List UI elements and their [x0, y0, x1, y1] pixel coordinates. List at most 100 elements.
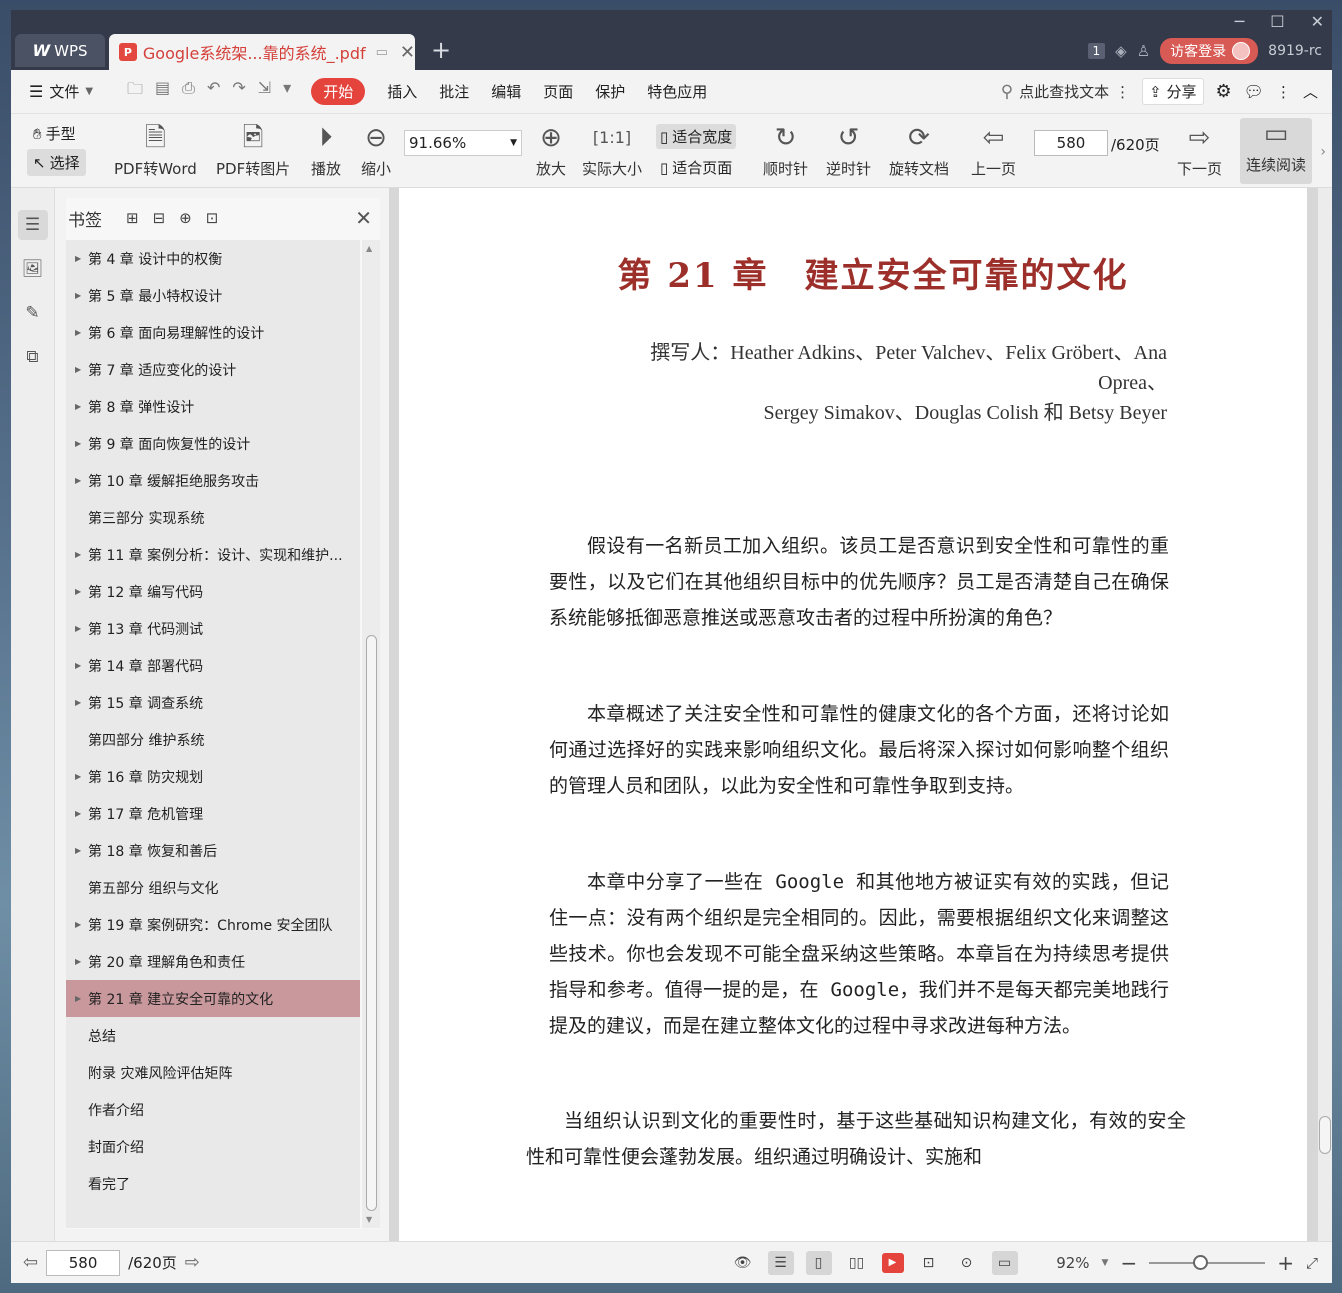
pin-icon[interactable]: ▭ [376, 45, 388, 60]
select-tool-button[interactable]: ↖ 选择 [27, 149, 86, 176]
bookmark-item[interactable]: ▶ 第 17 章 危机管理 [66, 795, 360, 832]
tab-insert[interactable]: 插入 [387, 81, 417, 102]
hand-tool-button[interactable]: ✋︎ 手型 [27, 120, 86, 147]
expand-arrow-icon[interactable]: ▶ [75, 439, 81, 448]
bookmark-item[interactable]: 封面介绍 [66, 1128, 360, 1165]
image-panel-icon[interactable]: ⧉ [18, 342, 48, 372]
bookmark-item[interactable]: 第四部分 维护系统 [66, 721, 360, 758]
export-icon[interactable]: ⇲ [258, 78, 271, 105]
skin-icon[interactable]: ◈ [1115, 42, 1127, 60]
prev-page-icon[interactable]: ⇦ [23, 1252, 38, 1273]
zoom-plus-icon[interactable]: + [1277, 1251, 1294, 1275]
bookmark-panel-icon[interactable]: ☰ [17, 210, 48, 240]
maximize-icon[interactable]: ☐ [1270, 12, 1284, 31]
bookmark-item[interactable]: ▶ 第 18 章 恢复和善后 [66, 832, 360, 869]
tab-edit[interactable]: 编辑 [491, 81, 521, 102]
bookmark-item[interactable]: ▶ 第 4 章 设计中的权衡 [66, 240, 360, 277]
rotate-document-button[interactable]: ⟳ 旋转文档 [889, 122, 949, 179]
expand-arrow-icon[interactable]: ▶ [75, 365, 81, 374]
expand-arrow-icon[interactable]: ▶ [75, 698, 81, 707]
document-scrollbar[interactable] [1318, 188, 1332, 1241]
tab-protect[interactable]: 保护 [595, 81, 625, 102]
fit-page-status-icon[interactable]: ⊙ [954, 1251, 980, 1275]
fit-page-button[interactable]: ▯ 适合页面 [656, 155, 736, 180]
pdf-to-word-button[interactable]: 🗎 PDF转Word [114, 122, 197, 179]
collapse-ribbon-icon[interactable]: ︿ [1303, 81, 1318, 102]
expand-arrow-icon[interactable]: ▶ [75, 994, 81, 1003]
bookmark-item[interactable]: ▶ 第 8 章 弹性设计 [66, 388, 360, 425]
zoom-percent[interactable]: 92% [1030, 1254, 1089, 1272]
scroll-down-icon[interactable]: ▼ [366, 1215, 372, 1224]
zoom-in-button[interactable]: ⊕ 放大 [536, 122, 566, 179]
close-window-icon[interactable]: ✕ [1311, 12, 1324, 31]
collapse-all-icon[interactable]: ⊟ [153, 209, 166, 227]
bookmark-item[interactable]: ▶ 第 16 章 防灾规划 [66, 758, 360, 795]
tab-page[interactable]: 页面 [543, 81, 573, 102]
bookmark-item[interactable]: 第五部分 组织与文化 [66, 869, 360, 906]
actual-size-status-icon[interactable]: ⊡ [916, 1251, 942, 1275]
status-page-input[interactable]: 580 [46, 1249, 121, 1276]
open-folder-icon[interactable]: 🗀 [127, 78, 143, 105]
bookmark-item[interactable]: 第三部分 实现系统 [66, 499, 360, 536]
bookmark-item[interactable]: 作者介绍 [66, 1091, 360, 1128]
bookmark-item[interactable]: 附录 灾难风险评估矩阵 [66, 1054, 360, 1091]
continuous-reading-button[interactable]: ▭ 连续阅读 [1240, 118, 1313, 184]
actual-size-button[interactable]: [1:1] 实际大小 [582, 122, 642, 179]
bookmark-item[interactable]: ▶ 第 10 章 缓解拒绝服务攻击 [66, 462, 360, 499]
print-icon[interactable]: ⎙ [182, 78, 195, 105]
next-page-button[interactable]: ⇨ 下一页 [1177, 122, 1222, 179]
tab-wps-home[interactable]: W WPS [15, 34, 105, 67]
more-vertical-icon[interactable]: ⋮ [1115, 83, 1130, 101]
expand-arrow-icon[interactable]: ▶ [75, 772, 81, 781]
share-button[interactable]: ⇪ 分享 [1142, 78, 1204, 105]
zoom-dropdown-icon[interactable]: ▼ [1102, 1258, 1109, 1268]
expand-all-icon[interactable]: ⊞ [126, 209, 139, 227]
expand-arrow-icon[interactable]: ▶ [75, 957, 81, 966]
more-options-icon[interactable]: ⋮ [1276, 83, 1291, 101]
expand-arrow-icon[interactable]: ▶ [75, 661, 81, 670]
tab-close-icon[interactable]: ✕ [400, 42, 415, 63]
expand-arrow-icon[interactable]: ▶ [75, 624, 81, 633]
expand-arrow-icon[interactable]: ▶ [75, 920, 81, 929]
fullscreen-icon[interactable]: ⤢ [1306, 1254, 1318, 1272]
expand-arrow-icon[interactable]: ▶ [75, 476, 81, 485]
expand-arrow-icon[interactable]: ▶ [75, 291, 81, 300]
bookmark-item[interactable]: ▶ 第 12 章 编写代码 [66, 573, 360, 610]
minimize-icon[interactable]: ─ [1235, 12, 1245, 31]
redo-icon[interactable]: ↷ [232, 78, 245, 105]
close-panel-icon[interactable]: ✕ [355, 206, 372, 230]
expand-arrow-icon[interactable]: ▶ [75, 587, 81, 596]
bookmark-item[interactable]: 总结 [66, 1017, 360, 1054]
eye-protection-icon[interactable]: 👁︎ [730, 1251, 756, 1275]
tab-features[interactable]: 特色应用 [647, 81, 707, 102]
expand-arrow-icon[interactable]: ▶ [75, 550, 81, 559]
expand-arrow-icon[interactable]: ▶ [75, 809, 81, 818]
comment-icon[interactable]: 💬︎ [1244, 82, 1264, 101]
bookmark-options-icon[interactable]: ⊡ [206, 209, 219, 227]
file-menu[interactable]: ☰ 文件 ▼ [11, 81, 121, 102]
bookmark-item[interactable]: ▶ 第 15 章 调查系统 [66, 684, 360, 721]
page-number-input[interactable]: 580 [1034, 130, 1108, 156]
two-page-icon[interactable]: ▯▯ [844, 1251, 870, 1275]
zoom-select[interactable]: 91.66% ▼ [404, 130, 522, 156]
zoom-out-button[interactable]: ⊖ 缩小 [361, 122, 391, 179]
zoom-minus-icon[interactable]: − [1120, 1251, 1137, 1275]
tab-annotate[interactable]: 批注 [439, 81, 469, 102]
expand-arrow-icon[interactable]: ▶ [75, 328, 81, 337]
bookmark-item[interactable]: ▶ 第 6 章 面向易理解性的设计 [66, 314, 360, 351]
tab-document[interactable]: P Google系统架...靠的系统_.pdf ▭ ✕ [109, 34, 415, 70]
more-dropdown-icon[interactable]: ▾ [283, 78, 291, 105]
pdf-to-image-button[interactable]: 🖻 PDF转图片 [216, 122, 290, 179]
single-page-icon[interactable]: ▯ [805, 1250, 832, 1275]
bookmark-item[interactable]: ▶ 第 14 章 部署代码 [66, 647, 360, 684]
window-count-badge[interactable]: 1 [1087, 43, 1106, 59]
expand-arrow-icon[interactable]: ▶ [75, 402, 81, 411]
bookmark-item[interactable]: ▶ 第 11 章 案例分析：设计、实现和维护... [66, 536, 360, 573]
rotate-counterclockwise-button[interactable]: ↺ 逆时针 [826, 122, 871, 179]
tab-start[interactable]: 开始 [311, 78, 366, 105]
fit-width-button[interactable]: ▯ 适合宽度 [656, 124, 737, 149]
expand-arrow-icon[interactable]: ▶ [75, 846, 81, 855]
bookmark-item[interactable]: 看完了 [66, 1165, 360, 1202]
prev-page-button[interactable]: ⇦ 上一页 [971, 122, 1016, 179]
bookmark-item[interactable]: ▶ 第 9 章 面向恢复性的设计 [66, 425, 360, 462]
